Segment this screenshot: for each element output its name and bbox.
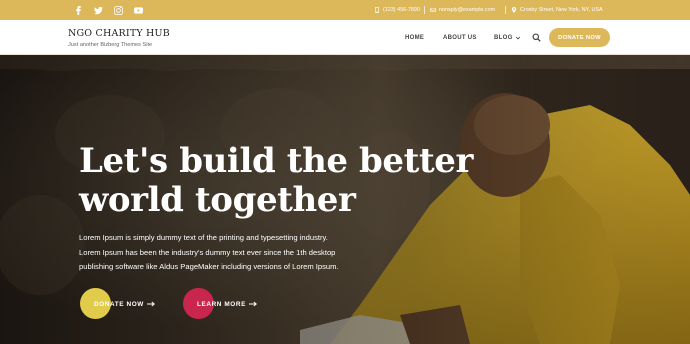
instagram-icon[interactable] <box>111 3 125 17</box>
address-info: Crosby Street, New York, NY, USA <box>511 0 603 20</box>
hero-learn-more-button[interactable]: LEARN MORE <box>183 288 257 320</box>
map-pin-icon <box>511 7 517 13</box>
top-bar: (123) 456-7890 nonsply@example.com Crosb… <box>0 0 690 20</box>
divider <box>505 6 506 14</box>
site-tagline: Just another Bizberg Themes Site <box>68 42 153 48</box>
hero-banner: Let's build the better world together Lo… <box>0 55 690 344</box>
nav-about-us[interactable]: ABOUT US <box>443 35 477 41</box>
hero-heading-line1: Let's build the better <box>79 141 474 181</box>
hero-description-line2: Lorem Ipsum has been the industry's dumm… <box>79 247 336 257</box>
hero-learn-label: LEARN MORE <box>197 300 246 308</box>
search-icon[interactable] <box>532 33 541 42</box>
site-header: NGO CHARITY HUB Just another Bizberg The… <box>0 20 690 55</box>
nav-label: BLOG <box>494 35 513 41</box>
divider <box>424 6 425 14</box>
hero-donate-label: DONATE NOW <box>94 300 144 308</box>
arrow-right-icon <box>248 301 257 307</box>
chevron-down-icon <box>515 36 520 40</box>
phone-info: (123) 456-7890 <box>374 0 420 20</box>
arrow-right-icon <box>146 301 155 307</box>
email-icon <box>430 8 436 12</box>
nav-label: HOME <box>405 35 425 41</box>
hero-description: Lorem Ipsum is simply dummy text of the … <box>79 231 409 275</box>
nav-blog[interactable]: BLOG <box>494 35 521 41</box>
hero-description-line3: publishing software like Aldus PageMaker… <box>79 262 339 271</box>
youtube-icon[interactable] <box>131 3 145 17</box>
donate-now-button[interactable]: DONATE NOW <box>549 28 610 47</box>
phone-number: (123) 456-7890 <box>383 7 420 13</box>
address: Crosby Street, New York, NY, USA <box>520 7 603 13</box>
nav-home[interactable]: HOME <box>405 35 424 41</box>
site-title[interactable]: NGO CHARITY HUB <box>68 28 170 39</box>
facebook-icon[interactable] <box>71 3 85 17</box>
hero-heading-line2: world together <box>79 180 356 220</box>
email-info: nonsply@example.com <box>430 0 495 20</box>
hero-donate-button[interactable]: DONATE NOW <box>80 288 155 320</box>
twitter-icon[interactable] <box>91 3 105 17</box>
phone-icon <box>375 7 379 13</box>
email-address[interactable]: nonsply@example.com <box>439 7 495 13</box>
hero-heading: Let's build the better world together <box>79 142 499 220</box>
hero-description-line1: Lorem Ipsum is simply dummy text of the … <box>79 233 328 242</box>
nav-label: ABOUT US <box>443 35 477 41</box>
